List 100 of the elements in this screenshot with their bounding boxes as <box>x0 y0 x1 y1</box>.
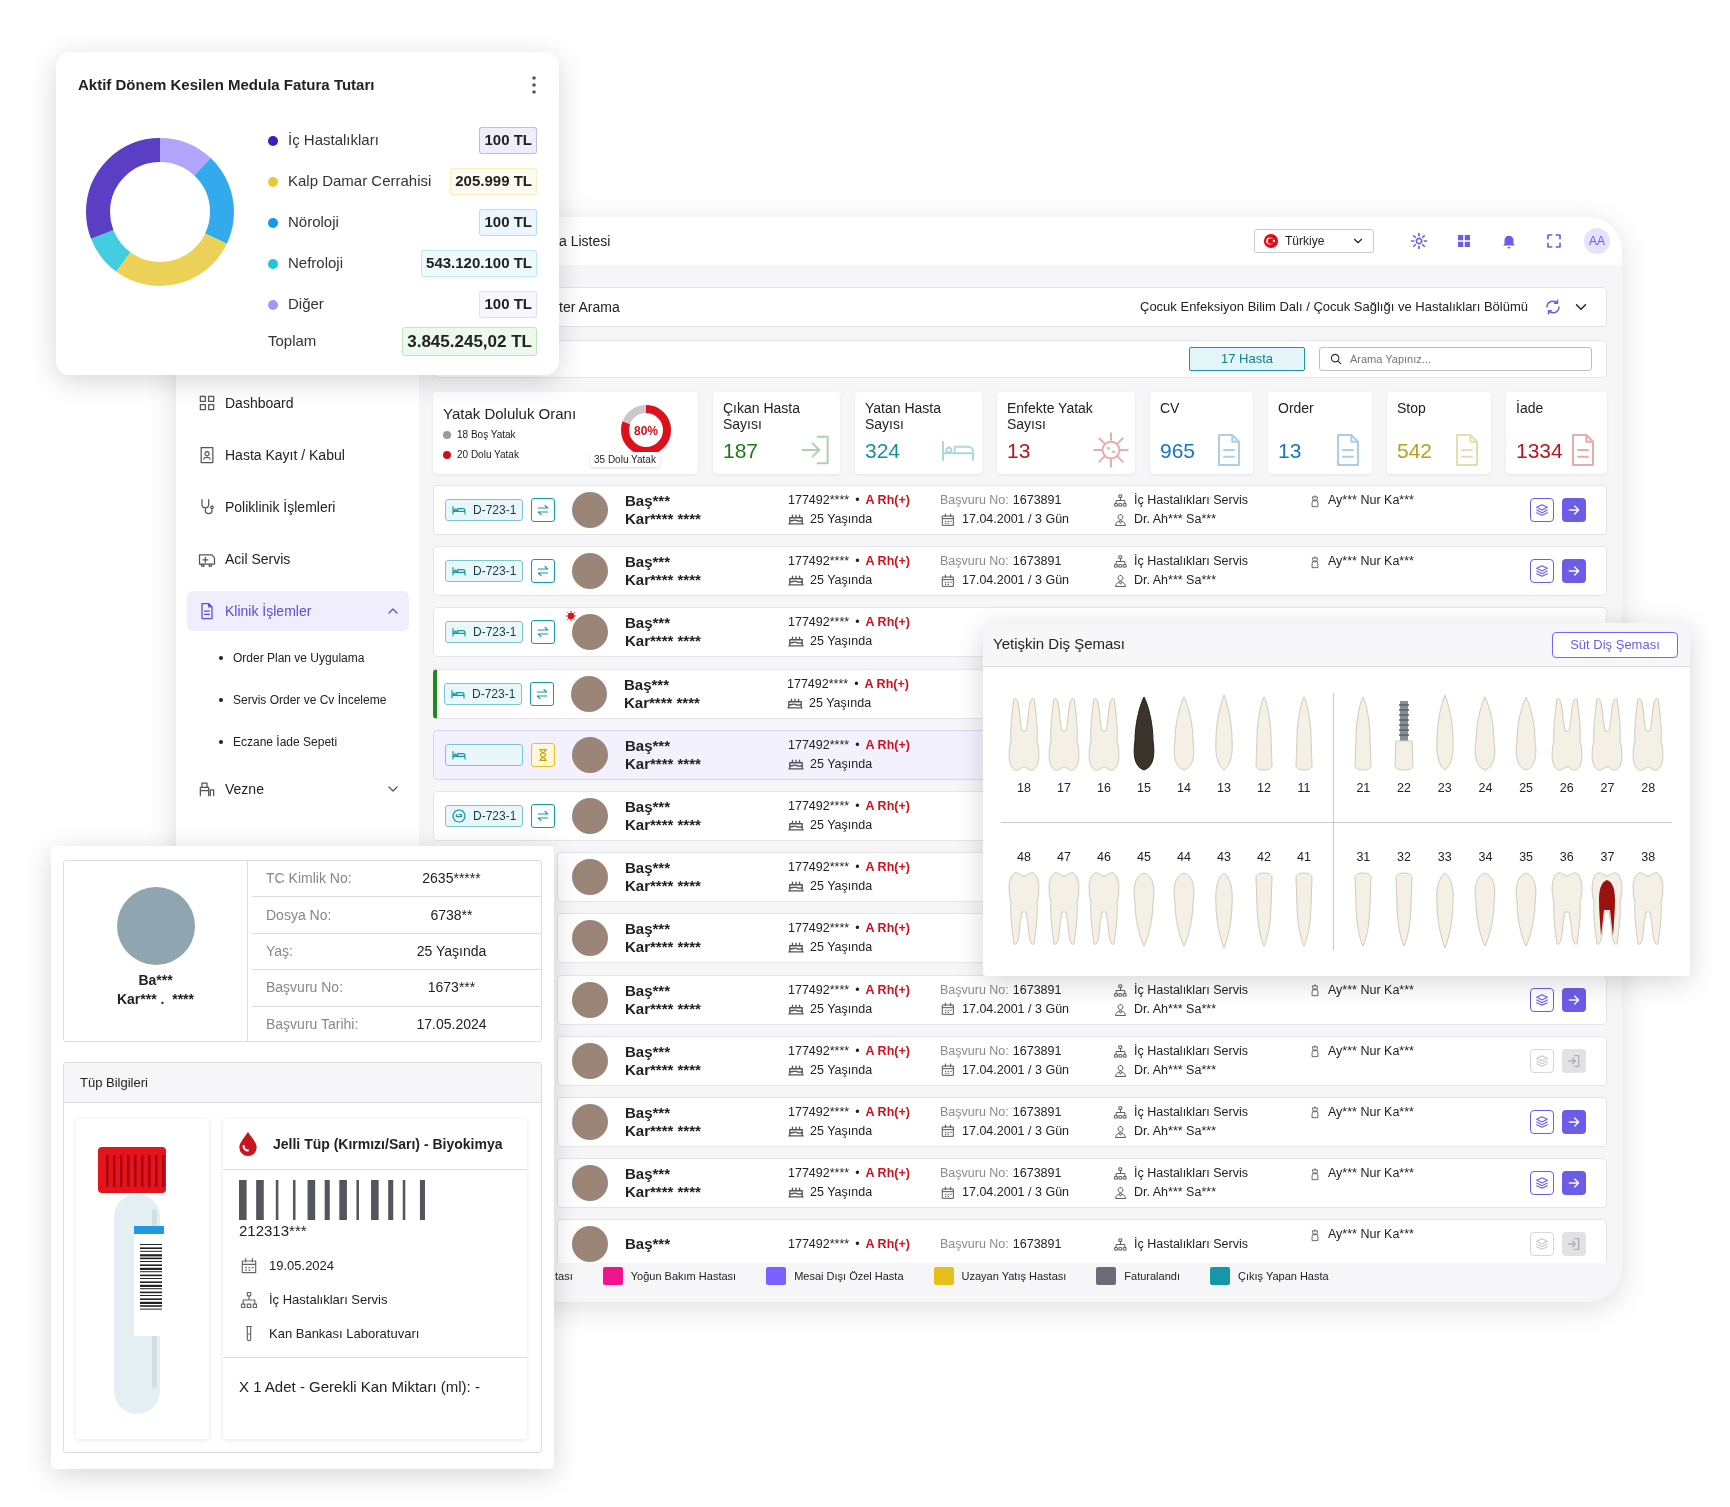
amount-value: 543.120.100 TL <box>421 250 537 277</box>
id-number: 177492**** <box>788 797 850 815</box>
patient-first-name: Baş*** <box>625 1042 672 1061</box>
category-label: Diğer <box>288 294 325 315</box>
lab-name: Kan Bankası Laboratuvarı <box>269 1324 420 1343</box>
tooth-number: 35 <box>1519 849 1534 865</box>
application-label: Başvuru No: <box>940 1103 1009 1121</box>
category-label: Kalp Damar Cerrahisi <box>288 171 433 192</box>
field-value: 2635***** <box>421 869 482 889</box>
patient-last-name: Kar**** **** <box>625 999 702 1018</box>
application-number: 1673891 <box>1012 1103 1062 1121</box>
stat-title: Order <box>1278 400 1315 416</box>
tooth-number: 36 <box>1559 849 1574 865</box>
application-number: 1673891 <box>1012 1042 1062 1060</box>
amount-value: 205.999 TL <box>450 168 537 195</box>
nurse-name: Ay*** Nur Ka*** <box>1328 981 1414 999</box>
application-label: Başvuru No: <box>940 553 1009 571</box>
field-value: 17.05.2024 <box>415 1015 488 1035</box>
field-label: Başvuru No: <box>265 978 345 998</box>
tooth-number: 22 <box>1397 780 1411 796</box>
legend-label: Faturalandı <box>1124 1268 1180 1284</box>
tooth-number: 16 <box>1097 780 1111 796</box>
patient-first-name: Baş*** <box>625 614 672 633</box>
nurse-name: Ay*** Nur Ka*** <box>1328 1165 1414 1183</box>
admission-date: 17.04.2001 / 3 Gün <box>962 511 1070 528</box>
separator-dot: • <box>854 675 859 693</box>
tooth-number: 14 <box>1177 780 1191 796</box>
barcode-number: 212313*** <box>239 1221 308 1241</box>
patient-age: 25 Yaşında <box>810 1061 873 1079</box>
service-name: İç Hastalıkları Servis <box>1134 1042 1248 1060</box>
admission-date: 17.04.2001 / 3 Gün <box>962 1061 1070 1079</box>
patient-last-name: Kar*** . **** <box>116 990 194 1009</box>
tooth-number: 43 <box>1217 849 1231 865</box>
patient-age: 25 Yaşında <box>810 511 873 528</box>
field-label: TC Kimlik No: <box>265 869 353 889</box>
doctor-name: Dr. Ah*** Sa*** <box>1134 1122 1216 1140</box>
nurse-name: Ay*** Nur Ka*** <box>1328 492 1414 509</box>
service-name: İç Hastalıkları Servis <box>1134 1165 1248 1183</box>
separator-dot: • <box>855 797 860 815</box>
admission-date: 17.04.2001 / 3 Gün <box>962 572 1070 590</box>
service-name: İç Hastalıkları Servis <box>1134 981 1248 999</box>
legend-label: Mesai Dışı Özel Hasta <box>794 1268 904 1284</box>
total-value: 3.845.245,02 TL <box>402 326 537 357</box>
tooth-number: 34 <box>1478 849 1493 865</box>
doctor-name: Dr. Ah*** Sa*** <box>1134 572 1216 590</box>
blood-type: A Rh(+) <box>865 553 910 571</box>
tooth-number: 13 <box>1217 780 1231 796</box>
bed-number: D-723-1 <box>473 624 517 642</box>
section-header: Tüp Bilgileri <box>64 1063 541 1103</box>
tooth-number: 48 <box>1017 849 1031 865</box>
patient-age: 25 Yaşında <box>810 1184 873 1202</box>
tooth-number: 33 <box>1437 849 1452 865</box>
sidebar-sublabel: Order Plan ve Uygulama <box>233 650 365 667</box>
patient-first-name: Baş*** <box>625 736 672 755</box>
tooth-number: 32 <box>1397 849 1411 865</box>
admission-date: 17.04.2001 / 3 Gün <box>962 1000 1070 1018</box>
bed-number: D-723-1 <box>473 502 517 519</box>
patient-last-name: Kar**** **** <box>625 754 702 773</box>
page-title: a Listesi <box>559 231 612 251</box>
id-number: 177492**** <box>788 614 850 632</box>
patient-first-name: Baş*** <box>625 1103 672 1122</box>
blood-type: A Rh(+) <box>865 492 910 509</box>
separator-dot: • <box>855 614 860 632</box>
tooth-number: 26 <box>1559 780 1574 796</box>
separator-dot: • <box>855 1165 860 1183</box>
patient-first-name: Baş*** <box>625 553 672 572</box>
tooth-number: 46 <box>1097 849 1111 865</box>
legend-label: 18 Boş Yatak <box>457 428 516 442</box>
id-number: 177492**** <box>788 553 850 571</box>
tooth-number: 37 <box>1600 849 1615 865</box>
tooth-number: 41 <box>1297 849 1311 865</box>
nurse-name: Ay*** Nur Ka*** <box>1328 1042 1414 1060</box>
tube-name: Jelli Tüp (Kırmızı/Sarı) - Biyokimya <box>273 1135 503 1153</box>
blood-type: A Rh(+) <box>864 675 909 693</box>
blood-type: A Rh(+) <box>865 981 910 999</box>
category-label: Nefroloji <box>288 253 345 274</box>
tooth-number: 17 <box>1057 780 1071 796</box>
tooth-number: 31 <box>1356 849 1371 865</box>
legend-label: Uzayan Yatış Hastası <box>961 1268 1067 1284</box>
filter-title: ter Arama <box>559 297 621 317</box>
admission-date: 17.04.2001 / 3 Gün <box>962 1184 1070 1202</box>
patient-age: 25 Yaşında <box>810 755 873 773</box>
tube-date: 19.05.2024 <box>269 1256 335 1275</box>
tooth-number: 24 <box>1478 780 1493 796</box>
doctor-name: Dr. Ah*** Sa*** <box>1134 511 1216 528</box>
service-name: İç Hastalıkları Servis <box>1134 553 1248 571</box>
bed-number: D-723-1 <box>473 563 517 581</box>
field-value: 6738** <box>429 905 474 925</box>
patient-last-name: Kar**** **** <box>625 938 702 957</box>
application-number: 1673891 <box>1012 492 1062 509</box>
stat-value: 187 <box>723 437 759 464</box>
patient-age: 25 Yaşında <box>810 1122 873 1140</box>
field-label: Başvuru Tarihi: <box>265 1015 360 1035</box>
patient-first-name: Baş*** <box>625 797 672 816</box>
separator-dot: • <box>855 1103 860 1121</box>
doctor-name: Dr. Ah*** Sa*** <box>1134 1000 1216 1018</box>
patient-age: 25 Yaşında <box>810 878 873 896</box>
patient-last-name: Kar**** **** <box>625 877 702 896</box>
patient-first-name: Baş*** <box>625 492 672 510</box>
tooth-number: 45 <box>1137 849 1151 865</box>
